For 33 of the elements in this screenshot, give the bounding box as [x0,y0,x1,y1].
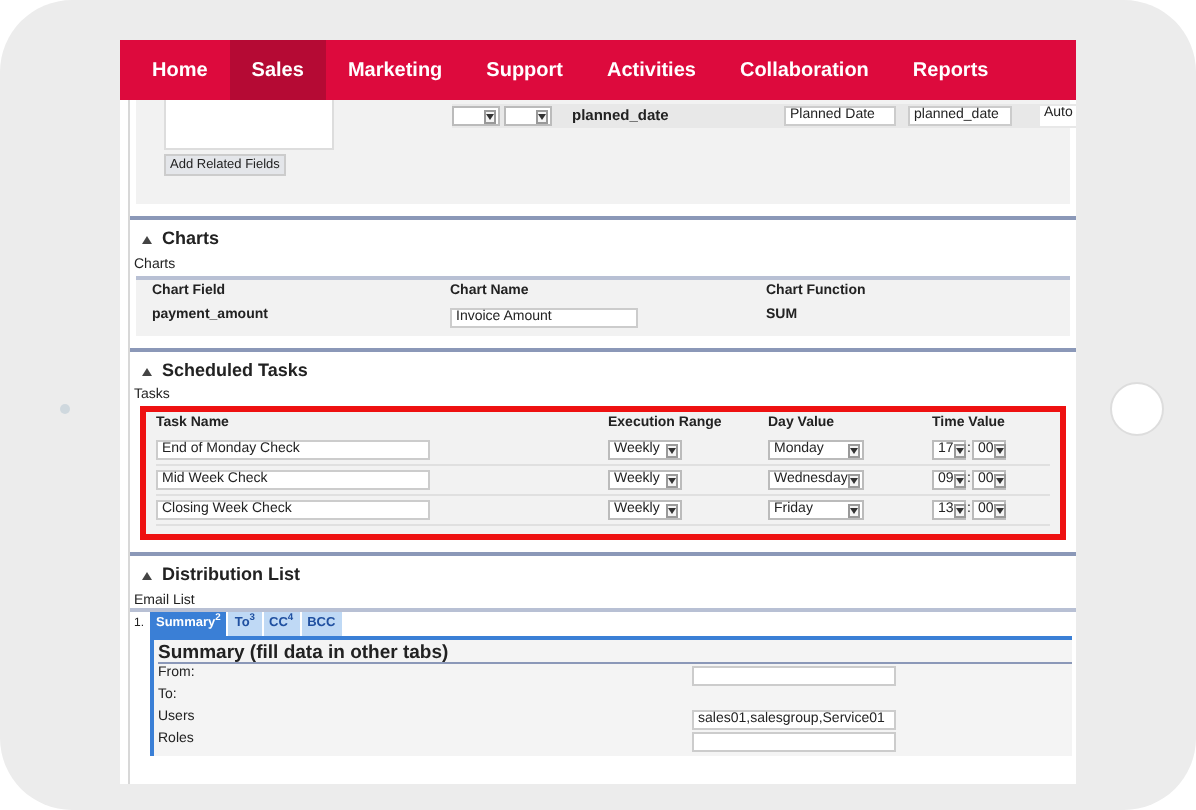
caret-icon [848,473,860,487]
section-title: Charts [162,225,220,252]
caret-icon [536,109,548,123]
nav-tab[interactable]: Collaboration [717,40,891,100]
caret-icon [848,503,860,517]
nav-tab[interactable]: Activities [585,40,718,100]
section-title: Distribution List [162,561,300,588]
summary-title: Summary (fill data in other tabs) [158,640,1072,664]
caret-icon [993,443,1006,457]
collapse-icon[interactable] [142,367,152,375]
caret-icon [953,503,966,517]
camera-icon [60,404,70,414]
caret-icon [848,443,860,457]
section-title: Scheduled Tasks [162,357,308,384]
text-field[interactable] [692,665,896,685]
nav-tab[interactable]: Sales [229,40,326,100]
caret-icon [666,503,678,517]
caret-icon [993,473,1006,487]
nav-tab[interactable]: Home [130,40,230,100]
collapse-icon[interactable] [142,235,152,243]
text-field[interactable] [692,731,896,751]
dropdown[interactable] [452,106,500,126]
caret-icon [953,443,966,457]
caret-icon [666,443,678,457]
nav-tab[interactable]: Reports [890,40,1011,100]
caret-icon [666,473,678,487]
caret-icon [993,503,1006,517]
nav-tab[interactable]: Marketing [325,40,465,100]
collapse-icon[interactable] [142,571,152,579]
dropdown[interactable] [504,106,552,126]
caret-icon [953,473,966,487]
nav-tab[interactable]: Support [464,40,585,100]
caret-icon [484,109,496,123]
